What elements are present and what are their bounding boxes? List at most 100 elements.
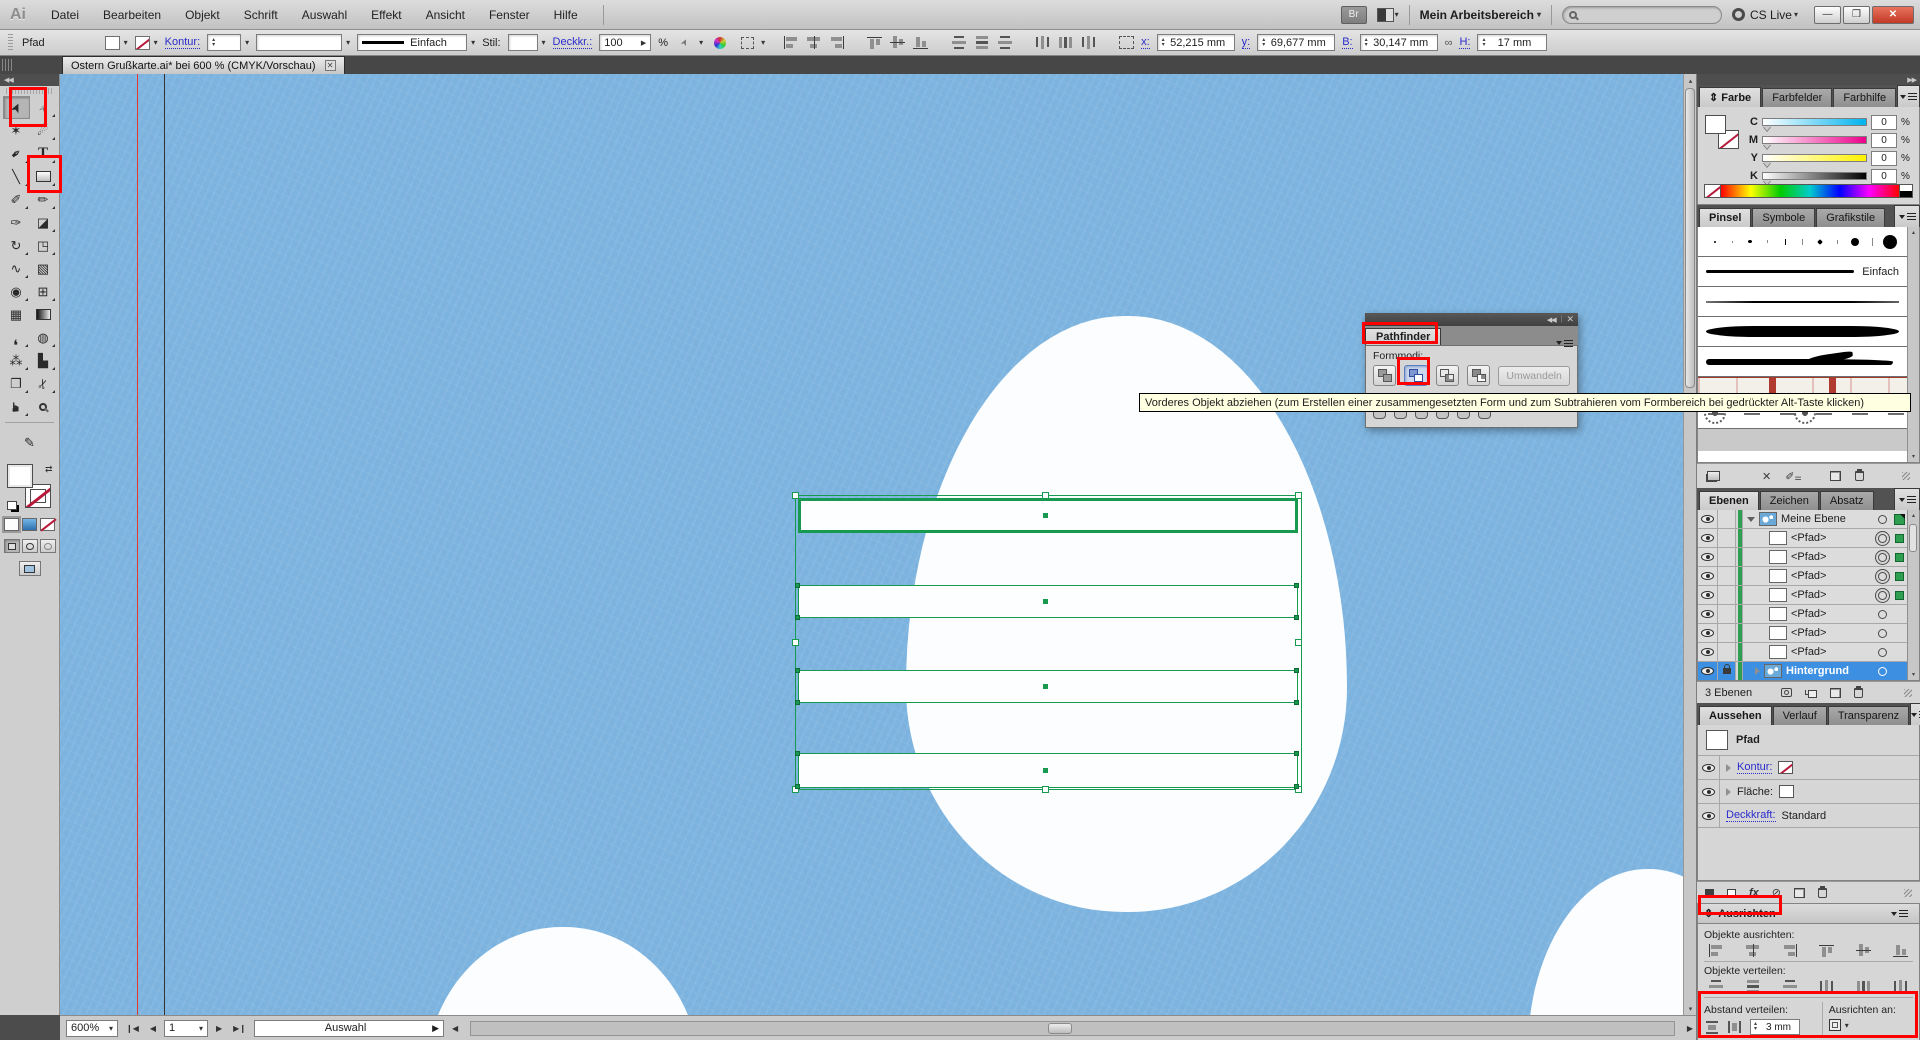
document-tab[interactable]: Ostern Grußkarte.ai* bei 600 % (CMYK/Vor… [62, 56, 345, 74]
tab-pinsel[interactable]: Pinsel [1699, 208, 1751, 227]
canvas[interactable] [60, 74, 1683, 1015]
close-button[interactable]: ✕ [1872, 6, 1914, 24]
link-dimensions-icon[interactable]: ∞ [1445, 37, 1453, 49]
tool-line-segment[interactable]: ╲ [3, 165, 30, 188]
disclosure-icon[interactable] [1726, 764, 1731, 772]
height-input[interactable]: ▴▾17 mm [1477, 34, 1547, 51]
exclude-button[interactable] [1467, 365, 1490, 386]
anchor-point[interactable] [1294, 668, 1299, 673]
layer-row[interactable]: <Pfad> [1698, 643, 1907, 662]
menu-schrift[interactable]: Schrift [233, 5, 289, 25]
distribute-v-bottom-icon[interactable] [997, 36, 1013, 49]
resize-grip[interactable] [1904, 689, 1912, 697]
draw-normal-button[interactable] [4, 539, 20, 553]
menu-bearbeiten[interactable]: Bearbeiten [92, 5, 172, 25]
bbox-handle-s[interactable] [1042, 786, 1049, 793]
align-left-icon[interactable] [783, 36, 799, 49]
tool-type[interactable]: T [30, 142, 57, 165]
white-black-swatches[interactable] [1899, 185, 1912, 197]
scroll-down-icon[interactable]: ▾ [1912, 453, 1915, 460]
tool-artboard[interactable]: ❐ [3, 372, 30, 395]
search-input[interactable] [1562, 6, 1722, 24]
layer-name[interactable]: <Pfad> [1791, 570, 1826, 582]
target-toggle[interactable] [1874, 534, 1891, 543]
color-spectrum-bar[interactable] [1704, 184, 1913, 198]
yellow-value[interactable]: 0 [1871, 151, 1897, 166]
bridge-button[interactable]: Br [1341, 6, 1367, 24]
screen-mode-button[interactable] [19, 561, 41, 576]
fill-color-swatch[interactable] [1705, 115, 1726, 134]
target-toggle[interactable] [1874, 553, 1891, 562]
visibility-toggle[interactable] [1698, 605, 1718, 623]
status-display[interactable]: Auswahl ▶ [254, 1020, 444, 1037]
distribute-v-top-icon[interactable] [1708, 980, 1724, 993]
workspace-switcher[interactable]: Mein Arbeitsbereich ▾ [1420, 8, 1541, 22]
width-input[interactable]: ▴▾30,147 mm [1360, 34, 1438, 51]
tab-farbe[interactable]: ⇕Farbe [1699, 87, 1761, 107]
distribute-h-left-icon[interactable] [1819, 980, 1835, 993]
target-toggle[interactable] [1874, 648, 1891, 657]
chevron-down-icon[interactable]: ▾ [471, 38, 475, 47]
maximize-button[interactable]: ❒ [1843, 6, 1870, 24]
selected-rectangle-4[interactable] [798, 753, 1298, 788]
tool-shape-builder[interactable]: ◉ [3, 280, 30, 303]
lock-toggle[interactable] [1718, 529, 1736, 547]
bbox-handle-nw[interactable] [792, 492, 799, 499]
fill-stroke-proxy[interactable] [1705, 115, 1739, 149]
tool-path-pencil[interactable]: ✎ [16, 431, 43, 454]
draw-behind-button[interactable] [22, 539, 38, 553]
anchor-point[interactable] [1294, 700, 1299, 705]
menu-ansicht[interactable]: Ansicht [415, 5, 476, 25]
menu-effekt[interactable]: Effekt [360, 5, 412, 25]
tool-free-transform[interactable]: ▧ [30, 257, 57, 280]
distribute-v-bottom-icon[interactable] [1782, 980, 1798, 993]
brush-item[interactable] [1698, 347, 1907, 377]
resize-grip[interactable] [1902, 472, 1910, 480]
layer-thumbnail[interactable] [1769, 626, 1787, 640]
width-label[interactable]: B: [1342, 36, 1352, 49]
make-clipping-mask-icon[interactable] [1781, 688, 1792, 697]
layer-thumbnail[interactable] [1769, 588, 1787, 602]
new-sublayer-icon[interactable] [1805, 688, 1817, 698]
tool-gradient[interactable] [30, 303, 57, 326]
add-effect-button[interactable]: fx [1749, 887, 1759, 899]
default-fill-stroke-icon[interactable] [7, 501, 17, 510]
panel-menu-button[interactable] [1891, 912, 1913, 916]
align-h-center-icon[interactable] [806, 36, 822, 49]
none-swatch[interactable] [1705, 185, 1721, 197]
stroke-weight-input[interactable]: ▴▾ [207, 34, 241, 51]
disclosure-icon[interactable] [1755, 667, 1760, 675]
stroke-attribute-row[interactable]: Kontur: [1698, 756, 1919, 780]
distribute-h-center-icon[interactable] [1856, 980, 1872, 993]
lock-toggle[interactable] [1718, 605, 1736, 623]
distribute-h-left-icon[interactable] [1035, 36, 1051, 49]
scroll-right-icon[interactable]: ▶ [1684, 1024, 1696, 1033]
height-label[interactable]: H: [1459, 36, 1470, 49]
layer-row[interactable]: <Pfad> [1698, 567, 1907, 586]
stepper-icon[interactable]: ▴▾ [1262, 38, 1265, 48]
tab-symbole[interactable]: Symbole [1752, 208, 1815, 227]
distribute-v-center-icon[interactable] [974, 36, 990, 49]
tool-eyedropper[interactable]: ❜ [3, 326, 30, 349]
fill-swatch[interactable] [105, 36, 120, 50]
menu-datei[interactable]: Datei [40, 5, 90, 25]
scroll-left-icon[interactable]: ◀ [449, 1024, 461, 1033]
selection-indicator[interactable] [1891, 534, 1907, 543]
style-select[interactable] [508, 34, 538, 51]
isolate-selection-button[interactable] [737, 34, 757, 51]
anchor-point[interactable] [1294, 583, 1299, 588]
visibility-toggle[interactable] [1698, 529, 1718, 547]
clear-appearance-icon[interactable]: ⊘ [1772, 886, 1781, 899]
width-profile-select[interactable]: Einfach [357, 34, 467, 51]
tool-slice[interactable]: ✂ [30, 372, 57, 395]
tool-blend[interactable]: ◍ [30, 326, 57, 349]
brush-definition-select[interactable] [256, 34, 342, 51]
panel-menu-button[interactable] [1894, 488, 1920, 510]
toolbar-collapse-button[interactable]: ◀◀ [0, 74, 59, 86]
close-icon[interactable]: ✕ [1566, 314, 1574, 325]
anchor-point[interactable] [795, 615, 800, 620]
layer-row[interactable]: <Pfad> [1698, 548, 1907, 567]
target-toggle[interactable] [1874, 667, 1891, 676]
align-to-selection-icon[interactable] [1829, 1019, 1841, 1031]
h-spacing-icon[interactable] [1727, 1021, 1743, 1034]
